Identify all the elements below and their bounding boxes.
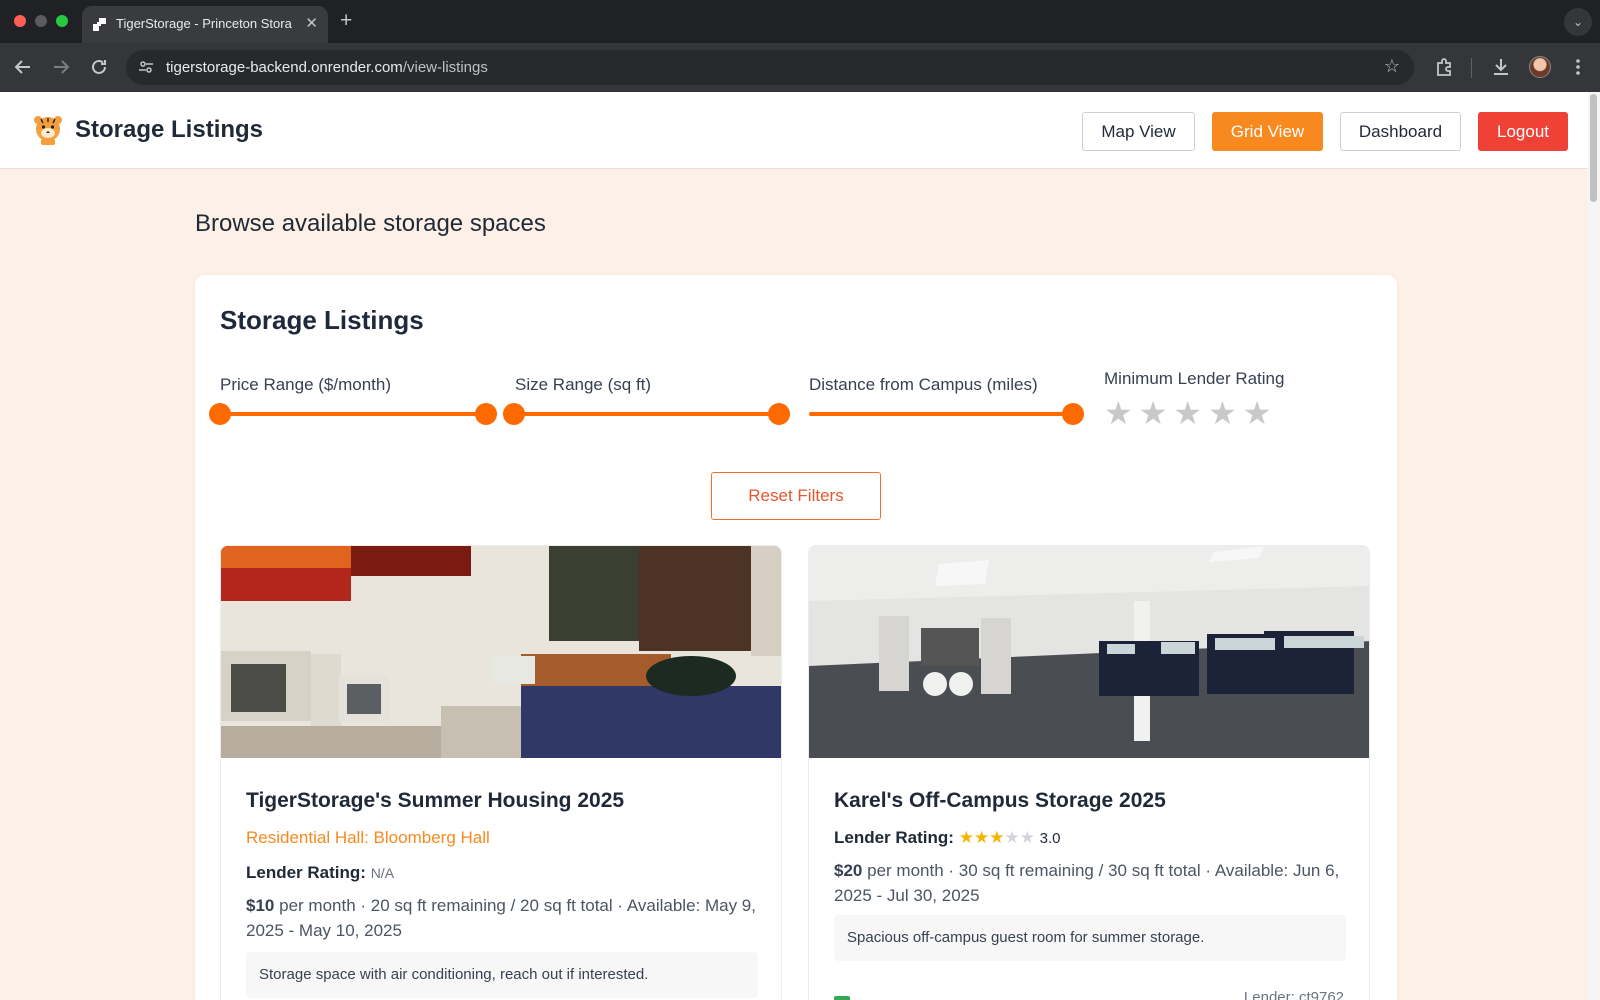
- rating-stars: ★★★★★: [959, 828, 1035, 847]
- star-empty-icon: ★: [1004, 828, 1020, 847]
- slider-track[interactable]: [209, 412, 497, 416]
- site-info-icon[interactable]: [138, 59, 154, 75]
- toolbar-divider: [1471, 58, 1472, 78]
- rating-filter-label: Minimum Lender Rating: [1104, 369, 1285, 388]
- rating-star-4-icon[interactable]: ★: [1208, 397, 1237, 429]
- listing-photo[interactable]: [221, 546, 782, 758]
- price-filter-label: Price Range ($/month): [220, 375, 392, 394]
- bookmark-star-icon[interactable]: ☆: [1384, 56, 1400, 77]
- menu-icon[interactable]: [1566, 55, 1590, 79]
- page-heading: Browse available storage spaces: [195, 210, 546, 237]
- rating-value: N/A: [370, 865, 395, 881]
- panel-title: Storage Listings: [220, 305, 424, 335]
- logout-button[interactable]: Logout: [1478, 112, 1568, 151]
- lender-rating: Lender Rating: N/A: [246, 863, 394, 883]
- listing-title[interactable]: Karel's Off-Campus Storage 2025: [834, 789, 1166, 813]
- rating-label: Lender Rating:: [834, 828, 954, 847]
- browser-tab-bar: TigerStorage - Princeton Storage ✕ + ⌄: [0, 0, 1600, 43]
- tiger-logo-icon[interactable]: [31, 113, 65, 147]
- listing-details: $10 per month · 20 sq ft remaining / 20 …: [246, 893, 758, 943]
- browser-tab[interactable]: TigerStorage - Princeton Storage ✕: [82, 6, 328, 43]
- listings-panel: Storage Listings Price Range ($/month) S…: [195, 275, 1397, 1000]
- profile-avatar[interactable]: [1529, 56, 1551, 78]
- new-tab-button[interactable]: +: [340, 9, 352, 33]
- listing-price: $10: [246, 896, 275, 915]
- listing-card[interactable]: Karel's Off-Campus Storage 2025 Lender R…: [808, 545, 1370, 1000]
- app-title[interactable]: Storage Listings: [75, 116, 263, 144]
- close-window-button[interactable]: [14, 15, 26, 27]
- listing-price: $20: [834, 861, 863, 880]
- url-path: /view-listings: [402, 59, 488, 76]
- rating-filter-stars: ★ ★ ★ ★ ★: [1104, 397, 1277, 429]
- listing-meta: per month · 30 sq ft remaining / 30 sq f…: [834, 861, 1340, 905]
- url-text: tigerstorage-backend.onrender.com/view-l…: [166, 59, 488, 76]
- close-tab-icon[interactable]: ✕: [305, 14, 318, 32]
- forward-icon[interactable]: [49, 55, 73, 79]
- slider-track[interactable]: [503, 412, 790, 416]
- price-min-handle[interactable]: [209, 403, 231, 425]
- size-range-slider[interactable]: [503, 401, 790, 425]
- app-header: Storage Listings Map View Grid View Dash…: [0, 92, 1600, 169]
- url-host: tigerstorage-backend.onrender.com: [166, 59, 403, 76]
- lender-rating: Lender Rating: ★★★★★ 3.0: [834, 828, 1061, 848]
- download-icon[interactable]: [1489, 55, 1513, 79]
- listing-description: Storage space with air conditioning, rea…: [246, 952, 758, 998]
- browser-toolbar: tigerstorage-backend.onrender.com/view-l…: [0, 43, 1600, 92]
- listing-meta: per month · 20 sq ft remaining / 20 sq f…: [246, 896, 756, 940]
- size-filter-label: Size Range (sq ft): [515, 375, 652, 394]
- listing-location-link[interactable]: Residential Hall: Bloomberg Hall: [246, 828, 490, 848]
- address-bar[interactable]: tigerstorage-backend.onrender.com/view-l…: [126, 50, 1414, 85]
- favicon-icon: [93, 18, 106, 31]
- size-max-handle[interactable]: [768, 403, 790, 425]
- scrollbar-thumb[interactable]: [1590, 94, 1597, 202]
- distance-max-handle[interactable]: [1062, 403, 1084, 425]
- star-filled-icon: ★: [973, 828, 990, 847]
- lender-name: Lender: ct9762: [1243, 989, 1344, 1000]
- page-scrollbar[interactable]: [1588, 92, 1600, 1000]
- rating-star-2-icon[interactable]: ★: [1139, 397, 1168, 429]
- star-filled-icon: ★: [989, 828, 1005, 847]
- back-icon[interactable]: [11, 55, 35, 79]
- tab-search-button[interactable]: ⌄: [1564, 8, 1592, 36]
- rating-star-3-icon[interactable]: ★: [1173, 397, 1202, 429]
- listing-details: $20 per month · 30 sq ft remaining / 30 …: [834, 858, 1346, 908]
- extensions-icon[interactable]: [1432, 55, 1456, 79]
- reload-icon[interactable]: [87, 55, 111, 79]
- grid-view-button[interactable]: Grid View: [1212, 112, 1323, 151]
- price-max-handle[interactable]: [475, 403, 497, 425]
- listing-photo[interactable]: [809, 546, 1370, 758]
- star-empty-icon: ★: [1019, 828, 1035, 847]
- distance-filter-label: Distance from Campus (miles): [809, 375, 1038, 394]
- tab-title: TigerStorage - Princeton Storage: [116, 16, 292, 31]
- star-filled-icon: ★: [958, 828, 974, 847]
- availability-indicator: [834, 996, 850, 1000]
- rating-star-5-icon[interactable]: ★: [1243, 397, 1272, 429]
- reset-filters-button[interactable]: Reset Filters: [711, 472, 881, 520]
- rating-label: Lender Rating:: [246, 863, 366, 882]
- maximize-window-button[interactable]: [56, 15, 68, 27]
- distance-slider[interactable]: [809, 401, 1084, 425]
- rating-star-1-icon[interactable]: ★: [1104, 397, 1133, 429]
- listing-description: Spacious off-campus guest room for summe…: [834, 915, 1346, 961]
- price-range-slider[interactable]: [209, 401, 497, 425]
- listing-card[interactable]: TigerStorage's Summer Housing 2025 Resid…: [220, 545, 782, 1000]
- dashboard-button[interactable]: Dashboard: [1340, 112, 1461, 151]
- rating-value: 3.0: [1039, 830, 1061, 847]
- slider-track[interactable]: [809, 412, 1084, 416]
- map-view-button[interactable]: Map View: [1082, 112, 1195, 151]
- minimize-window-button[interactable]: [35, 15, 47, 27]
- size-min-handle[interactable]: [503, 403, 525, 425]
- listing-title[interactable]: TigerStorage's Summer Housing 2025: [246, 789, 624, 813]
